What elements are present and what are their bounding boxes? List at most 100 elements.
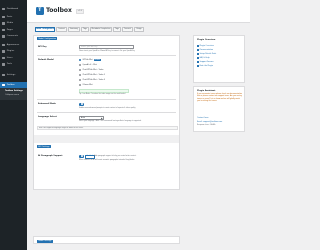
sidebar-item-label: Comments (6, 35, 19, 38)
enhanced-mode-description: Enables more advanced prompts to create … (79, 107, 136, 109)
card-header: Global Configuration (34, 36, 179, 41)
page-icon (2, 28, 5, 32)
section-chip: Global Settings (37, 239, 53, 243)
forum-icon (197, 61, 199, 63)
enhanced-mode-toggle[interactable] (79, 103, 84, 106)
api-key-description: Please insert your OpenAI or Ollama API … (79, 50, 135, 52)
version-badge: v1.0 (76, 9, 84, 14)
current-model-note: GPT Model 4.0 - Mini - Current Default M… (79, 89, 129, 93)
sidebar-item-settings[interactable]: Settings (0, 72, 27, 78)
link-faq[interactable]: FAQ & Help (197, 57, 209, 59)
support-email-link[interactable]: Email: support@toolbox.com (197, 121, 222, 123)
support-title: Plugin Assistant (197, 90, 216, 92)
plugin-links-card: Plugin Overview Plugin Overview Document… (193, 35, 245, 83)
tab-summary[interactable]: Summary (68, 27, 80, 32)
enhanced-mode-label: Enhanced Mode (38, 103, 56, 105)
sidebar-item-label: Posts (6, 15, 13, 18)
tab-tags-2[interactable]: Tags (113, 27, 121, 32)
sidebar-item-tools[interactable]: Tools (0, 62, 27, 68)
toolbox-icon (2, 83, 5, 87)
global-settings-card: Global Configuration API Key Insert your… (33, 35, 180, 190)
sidebar-item-users[interactable]: Users (0, 55, 27, 61)
collapse-menu-link[interactable]: Collapse menu (5, 94, 19, 96)
language-description: Select your language - Auto - You recomm… (79, 121, 142, 122)
sidebar-item-comments[interactable]: Comments (0, 34, 27, 40)
sidebar-item-plugins[interactable]: Plugins (0, 49, 27, 55)
settings-icon (2, 73, 5, 77)
radio-selected[interactable] (79, 59, 82, 62)
page-title: Toolbox (46, 7, 72, 15)
ai-paragraph-description: Adds paragraph support to help you creat… (94, 155, 137, 157)
sidebar-item-label: Plugins (6, 50, 15, 53)
model-description: Tip - Low Mode - To reduce the token usa… (79, 94, 126, 95)
star-icon (197, 65, 199, 67)
response-time: Response time: 24-48h (197, 125, 216, 126)
sidebar-item-label: Dashboard (6, 7, 19, 10)
language-select-value: Auto (81, 116, 86, 119)
toolbox-logo-icon: T (36, 7, 44, 15)
sidebar-item-label: Settings (6, 73, 16, 76)
language-note: Note: Not supported languages might be a… (37, 126, 178, 130)
default-badge: Default (93, 59, 101, 61)
plugin-header: T Toolbox v1.0 (27, 0, 250, 23)
link-documentation[interactable]: Documentation (197, 49, 213, 51)
model-option-turbo[interactable]: ChatGPT-4o Mini - Turbo (79, 69, 103, 72)
radio-unselected[interactable] (79, 69, 82, 72)
tab-usage[interactable]: Usage (134, 27, 144, 32)
radio-unselected[interactable] (79, 74, 82, 77)
link-setup-tools[interactable]: Setup Details Tools (197, 53, 216, 55)
ai-paragraph-label: AI Paragraph Support (38, 155, 63, 157)
tab-metadata-completion[interactable]: Metadata Completion (90, 27, 112, 32)
sidebar-item-dashboard[interactable]: Dashboard (0, 6, 27, 12)
plug-icon (2, 50, 5, 53)
radio-unselected[interactable] (79, 84, 82, 87)
chevron-down-icon (100, 117, 103, 120)
sidebar-item-media[interactable]: Media (0, 21, 27, 27)
language-select-label: Language Select (38, 116, 57, 118)
tab-tags[interactable]: Tags (81, 27, 89, 32)
sidebar-item-pages[interactable]: Pages (0, 27, 27, 33)
link-support-forums[interactable]: Support Forums (197, 61, 214, 63)
dashboard-icon (2, 7, 5, 11)
global-settings-footer: Global Settings (33, 236, 180, 244)
submenu-item-toolbox-settings[interactable]: Toolbox Settings (5, 90, 23, 92)
sidebar-item-toolbox[interactable]: Toolbox (0, 82, 27, 88)
api-key-label: API Key (38, 46, 47, 48)
model-option-turbo-3[interactable]: ChatGPT-4o Mini - Turbo 3 (79, 79, 105, 82)
model-option-turbo-2[interactable]: ChatGPT-4o Mini - Turbo 2 (79, 74, 105, 77)
api-key-input[interactable]: Insert your API key (79, 45, 134, 50)
tab-content[interactable]: Content (56, 27, 67, 32)
model-option-gpt4o-mini[interactable]: GPT-4o Mini Default (79, 59, 101, 62)
sidebar-item-posts[interactable]: Posts (0, 14, 27, 20)
tab-connect[interactable]: Connect (122, 27, 133, 32)
seo-card-header: SEO Settings (34, 144, 179, 149)
language-select[interactable]: Auto (79, 115, 104, 120)
sidebar-item-label: Tools (6, 63, 12, 66)
help-icon (197, 57, 199, 59)
sidebar-item-label: Users (6, 56, 13, 59)
radio-unselected[interactable] (79, 64, 82, 67)
sidebar-item-label: Toolbox (6, 83, 15, 86)
section-chip: Global Configuration (37, 37, 58, 40)
ai-paragraph-description-2: When enabled, the AI will create semanti… (79, 159, 135, 161)
section-gap (34, 135, 179, 143)
tab-global-configuration[interactable]: Global Configuration (35, 27, 55, 32)
link-rate-plugin[interactable]: Rate the Plugin (197, 65, 213, 67)
default-model-label: Default Model (38, 59, 54, 61)
wrench-icon (2, 63, 5, 66)
model-option-o1-mini[interactable]: OpenAI o1 - Mini (79, 64, 97, 67)
brush-icon (2, 43, 5, 47)
page-icon (197, 45, 199, 47)
links-title: Plugin Overview (197, 39, 216, 41)
sidebar-item-appearance[interactable]: Appearance (0, 42, 27, 48)
book-icon (197, 49, 199, 51)
radio-unselected[interactable] (79, 79, 82, 82)
ai-paragraph-toggle[interactable] (79, 155, 84, 158)
sidebar-submenu: Toolbox Settings Collapse menu (0, 88, 27, 100)
section-chip: SEO Settings (37, 145, 51, 148)
media-icon (2, 22, 5, 25)
contact-form-link[interactable]: Contact form (197, 117, 208, 119)
model-option-ollama[interactable]: Ollama Mini (79, 84, 93, 87)
link-plugin-overview[interactable]: Plugin Overview (197, 45, 214, 47)
sidebar-item-label: Appearance (6, 43, 20, 46)
